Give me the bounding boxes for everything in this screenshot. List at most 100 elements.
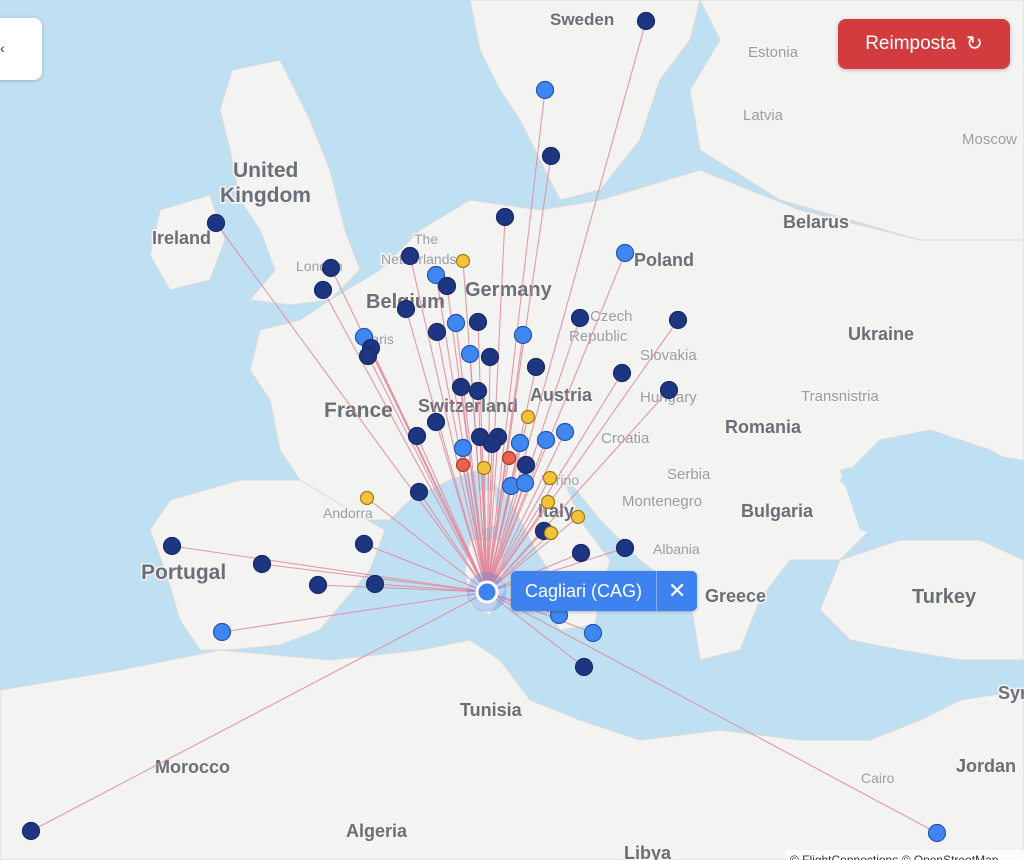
country-label: Germany — [465, 279, 553, 301]
destination-marker[interactable] — [513, 325, 533, 345]
destination-marker[interactable] — [455, 457, 471, 473]
country-label: Libya — [624, 843, 672, 860]
country-label: Moscow — [962, 131, 1017, 148]
destination-marker[interactable] — [358, 346, 378, 366]
destination-marker[interactable] — [541, 146, 561, 166]
country-label: Estonia — [748, 44, 799, 61]
black-sea — [840, 450, 1024, 540]
country-label: Andorra — [323, 505, 373, 521]
country-label: Romania — [725, 417, 802, 437]
country-label: Greece — [705, 586, 766, 606]
destination-marker[interactable] — [365, 574, 385, 594]
origin-marker[interactable] — [467, 572, 507, 612]
destination-marker[interactable] — [480, 347, 500, 367]
reset-button[interactable]: Reimposta ↻ — [838, 19, 1010, 69]
airport-name: Cagliari (CAG) — [525, 580, 643, 601]
destination-marker[interactable] — [612, 363, 632, 383]
country-label: Syr — [998, 683, 1024, 703]
destination-marker[interactable] — [615, 243, 635, 263]
destination-marker[interactable] — [206, 213, 226, 233]
country-label: Albania — [653, 541, 700, 557]
destination-marker[interactable] — [501, 450, 517, 466]
destination-marker[interactable] — [570, 308, 590, 328]
country-label: Belarus — [783, 212, 849, 232]
country-label: Sweden — [550, 10, 614, 29]
destination-marker[interactable] — [571, 543, 591, 563]
country-label: Cairo — [861, 770, 895, 786]
country-label: The — [414, 231, 438, 247]
destination-marker[interactable] — [540, 494, 556, 510]
country-label: Tunisia — [460, 700, 523, 720]
destination-marker[interactable] — [636, 11, 656, 31]
destination-marker[interactable] — [446, 313, 466, 333]
country-label: France — [324, 399, 393, 422]
chevron-left-icon: ‹ — [0, 40, 5, 56]
side-panel-toggle[interactable]: ‹ — [0, 18, 42, 80]
destination-marker[interactable] — [510, 433, 530, 453]
destination-marker[interactable] — [460, 344, 480, 364]
destination-marker[interactable] — [427, 322, 447, 342]
country-label: Jordan — [956, 756, 1016, 776]
country-label: Serbia — [667, 466, 711, 483]
country-label: Ukraine — [848, 324, 914, 344]
destination-marker[interactable] — [542, 470, 558, 486]
destination-marker[interactable] — [536, 430, 556, 450]
destination-marker[interactable] — [555, 422, 575, 442]
destination-marker[interactable] — [468, 381, 488, 401]
country-label: Netherlands — [381, 251, 457, 267]
destination-marker[interactable] — [321, 258, 341, 278]
destination-marker[interactable] — [407, 426, 427, 446]
destination-marker[interactable] — [520, 409, 536, 425]
destination-marker[interactable] — [526, 357, 546, 377]
destination-marker[interactable] — [453, 438, 473, 458]
destination-marker[interactable] — [252, 554, 272, 574]
destination-marker[interactable] — [515, 473, 535, 493]
close-icon[interactable]: ✕ — [656, 571, 697, 611]
destination-marker[interactable] — [313, 280, 333, 300]
destination-marker[interactable] — [426, 412, 446, 432]
destination-marker[interactable] — [495, 207, 515, 227]
destination-marker[interactable] — [409, 482, 429, 502]
country-label: Ireland — [152, 228, 211, 248]
destination-marker[interactable] — [162, 536, 182, 556]
destination-marker[interactable] — [400, 246, 420, 266]
reset-label: Reimposta — [865, 33, 957, 54]
destination-marker[interactable] — [437, 276, 457, 296]
destination-marker[interactable] — [21, 821, 41, 841]
country-label: Switzerland — [418, 396, 518, 416]
country-label: Algeria — [346, 821, 408, 841]
destination-marker[interactable] — [570, 509, 586, 525]
destination-marker[interactable] — [455, 253, 471, 269]
destination-marker[interactable] — [354, 534, 374, 554]
destination-marker[interactable] — [574, 657, 594, 677]
country-label: Bulgaria — [741, 501, 814, 521]
destination-marker[interactable] — [482, 434, 502, 454]
country-label: Latvia — [743, 107, 784, 124]
destination-marker[interactable] — [212, 622, 232, 642]
destination-marker[interactable] — [668, 310, 688, 330]
destination-marker[interactable] — [396, 299, 416, 319]
destination-marker[interactable] — [659, 380, 679, 400]
map-attribution: © FlightConnections © OpenStreetMap — [786, 850, 1024, 860]
country-label: United — [233, 159, 298, 182]
destination-marker[interactable] — [615, 538, 635, 558]
destination-marker[interactable] — [927, 823, 947, 843]
country-label: Kingdom — [220, 184, 311, 207]
destination-marker[interactable] — [535, 80, 555, 100]
destination-marker[interactable] — [476, 460, 492, 476]
destination-marker[interactable] — [451, 377, 471, 397]
destination-marker[interactable] — [308, 575, 328, 595]
map-canvas[interactable]: Sweden Estonia Latvia Moscow United King… — [0, 0, 1024, 860]
destination-marker[interactable] — [359, 490, 375, 506]
reset-icon: ↻ — [966, 33, 983, 55]
destination-marker[interactable] — [468, 312, 488, 332]
destination-marker[interactable] — [583, 623, 603, 643]
country-label: Republic — [569, 328, 628, 345]
destination-marker[interactable] — [516, 455, 536, 475]
selected-airport-tag[interactable]: Cagliari (CAG) ✕ — [511, 571, 698, 611]
country-label: Transnistria — [801, 388, 879, 405]
country-label: Montenegro — [622, 493, 702, 510]
country-label: Turkey — [912, 586, 977, 608]
country-label: Poland — [634, 250, 694, 270]
destination-marker[interactable] — [543, 525, 559, 541]
